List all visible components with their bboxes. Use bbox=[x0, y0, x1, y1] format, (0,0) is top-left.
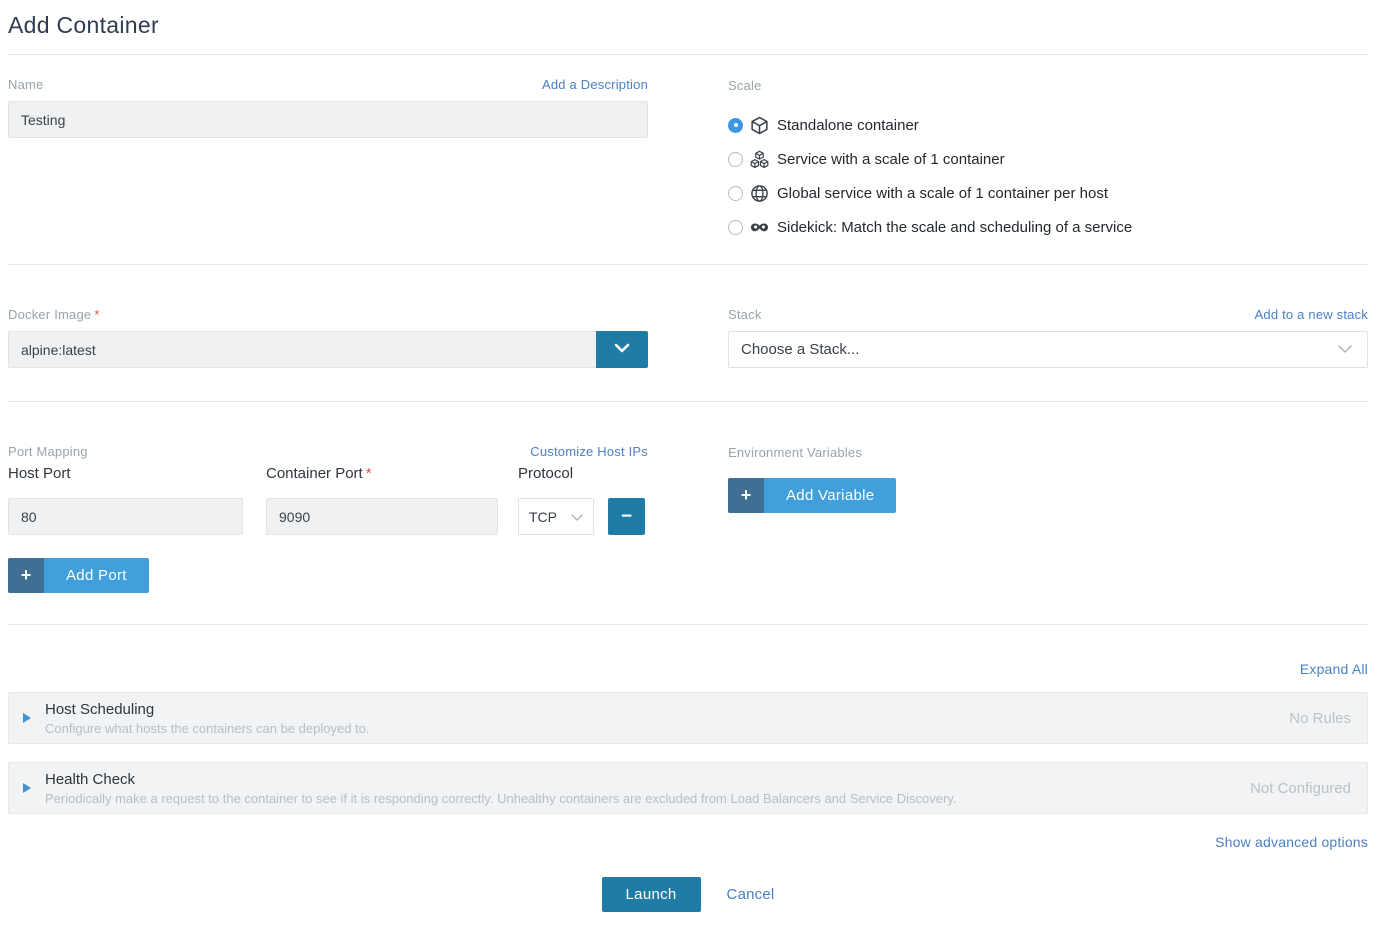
minus-icon: − bbox=[621, 506, 632, 527]
docker-image-combo bbox=[8, 331, 648, 368]
scale-options: Standalone container bbox=[728, 108, 1368, 244]
env-variables-label: Environment Variables bbox=[728, 445, 862, 460]
radio-unselected[interactable] bbox=[728, 220, 743, 235]
docker-image-label: Docker Image* bbox=[8, 307, 100, 322]
remove-port-button[interactable]: − bbox=[608, 498, 645, 535]
plus-icon: + bbox=[8, 558, 44, 593]
stack-select[interactable]: Choose a Stack... bbox=[728, 331, 1368, 368]
plus-icon: + bbox=[728, 478, 764, 513]
accordion-description: Configure what hosts the containers can … bbox=[45, 721, 1269, 736]
env-variables-column: Environment Variables + Add Variable bbox=[728, 444, 1368, 593]
port-row: Host Port Container Port* Protocol TCP bbox=[8, 465, 648, 535]
port-mapping-column: Port Mapping Customize Host IPs Host Por… bbox=[8, 444, 648, 593]
name-column: Name Add a Description bbox=[8, 77, 648, 264]
mask-icon bbox=[750, 218, 769, 237]
port-mapping-label: Port Mapping bbox=[8, 444, 88, 459]
page-title: Add Container bbox=[8, 12, 1368, 39]
name-input[interactable] bbox=[8, 101, 648, 138]
required-asterisk: * bbox=[366, 465, 372, 482]
section-ports-env: Port Mapping Customize Host IPs Host Por… bbox=[8, 444, 1368, 624]
cube-icon bbox=[750, 116, 769, 135]
section-name-scale: Name Add a Description Scale Standalone … bbox=[8, 77, 1368, 264]
scale-option-global[interactable]: Global service with a scale of 1 contain… bbox=[728, 176, 1368, 210]
launch-button[interactable]: Launch bbox=[602, 877, 701, 912]
globe-icon bbox=[750, 184, 769, 203]
scale-column: Scale Standalone container bbox=[728, 77, 1368, 264]
add-container-page: Add Container Name Add a Description Sca… bbox=[0, 0, 1388, 912]
scale-option-sidekick[interactable]: Sidekick: Match the scale and scheduling… bbox=[728, 210, 1368, 244]
divider bbox=[8, 54, 1368, 55]
docker-image-dropdown-button[interactable] bbox=[596, 331, 648, 368]
footer-actions: Launch Cancel bbox=[8, 877, 1368, 912]
scale-label: Scale bbox=[728, 78, 762, 93]
docker-image-column: Docker Image* bbox=[8, 307, 648, 368]
add-description-link[interactable]: Add a Description bbox=[542, 77, 648, 92]
container-port-input[interactable] bbox=[266, 498, 498, 535]
radio-unselected[interactable] bbox=[728, 186, 743, 201]
scale-option-service[interactable]: Service with a scale of 1 container bbox=[728, 142, 1368, 176]
caret-right-icon[interactable] bbox=[23, 713, 31, 723]
accordion-title: Host Scheduling bbox=[45, 701, 1269, 718]
accordion-status: No Rules bbox=[1289, 710, 1351, 727]
stack-select-value: Choose a Stack... bbox=[741, 341, 859, 358]
show-advanced-options-link[interactable]: Show advanced options bbox=[1215, 834, 1368, 850]
stack-label: Stack bbox=[728, 307, 762, 322]
add-port-button[interactable]: + Add Port bbox=[8, 558, 149, 593]
divider bbox=[8, 624, 1368, 625]
protocol-select[interactable]: TCP bbox=[518, 498, 594, 535]
host-port-label: Host Port bbox=[8, 465, 243, 489]
docker-image-input[interactable] bbox=[8, 331, 596, 368]
divider bbox=[8, 401, 1368, 402]
accordion-host-scheduling[interactable]: Host Scheduling Configure what hosts the… bbox=[8, 692, 1368, 744]
protocol-select-value: TCP bbox=[529, 509, 557, 525]
accordion-status: Not Configured bbox=[1250, 780, 1351, 797]
add-variable-button[interactable]: + Add Variable bbox=[728, 478, 896, 513]
host-port-input[interactable] bbox=[8, 498, 243, 535]
cancel-button[interactable]: Cancel bbox=[727, 886, 775, 903]
name-label: Name bbox=[8, 77, 43, 92]
customize-host-ips-link[interactable]: Customize Host IPs bbox=[530, 444, 648, 459]
accordion-description: Periodically make a request to the conta… bbox=[45, 791, 1230, 806]
radio-selected[interactable] bbox=[728, 118, 743, 133]
accordion-health-check[interactable]: Health Check Periodically make a request… bbox=[8, 762, 1368, 814]
cubes-icon bbox=[750, 150, 769, 169]
section-image-stack: Docker Image* Stack Add to a new stack bbox=[8, 307, 1368, 401]
container-port-label: Container Port* bbox=[266, 465, 498, 489]
chevron-down-icon bbox=[1337, 341, 1353, 358]
required-asterisk: * bbox=[94, 307, 99, 322]
stack-column: Stack Add to a new stack Choose a Stack.… bbox=[728, 307, 1368, 368]
caret-right-icon[interactable] bbox=[23, 783, 31, 793]
chevron-down-icon bbox=[613, 342, 631, 357]
expand-all-link[interactable]: Expand All bbox=[1300, 661, 1368, 677]
scale-option-standalone[interactable]: Standalone container bbox=[728, 108, 1368, 142]
accordion-title: Health Check bbox=[45, 771, 1230, 788]
protocol-label: Protocol bbox=[518, 465, 594, 489]
chevron-down-icon bbox=[570, 509, 584, 525]
divider bbox=[8, 264, 1368, 265]
radio-unselected[interactable] bbox=[728, 152, 743, 167]
add-new-stack-link[interactable]: Add to a new stack bbox=[1255, 307, 1368, 322]
